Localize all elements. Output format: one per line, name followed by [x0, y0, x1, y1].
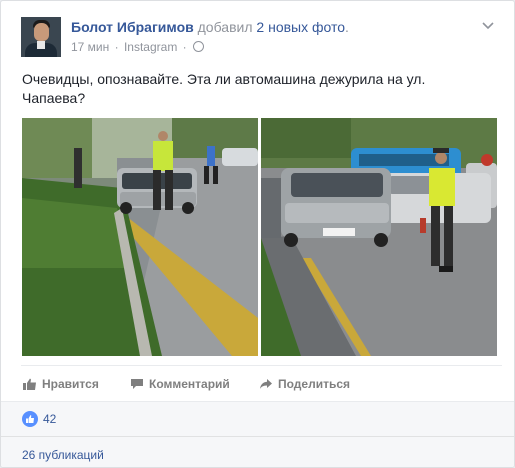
shares-bar: 26 публикаций [1, 436, 514, 467]
post-title-line: Болот Ибрагимов добавил 2 новых фото. [71, 19, 349, 35]
chevron-down-icon[interactable] [482, 17, 494, 33]
likes-count[interactable]: 42 [43, 412, 56, 426]
post-actions: Нравится Комментарий Поделиться [21, 365, 502, 400]
timestamp[interactable]: 17 мин [71, 40, 109, 54]
like-button[interactable]: Нравится [23, 377, 99, 391]
post-photo-2[interactable] [261, 118, 497, 356]
post-header: Болот Ибрагимов добавил 2 новых фото. 17… [21, 17, 502, 57]
action-prefix: добавил [197, 19, 253, 35]
action-suffix: . [345, 19, 349, 35]
comment-button[interactable]: Комментарий [130, 377, 230, 391]
like-reaction-icon[interactable] [22, 411, 38, 427]
avatar[interactable] [21, 17, 61, 57]
shares-count[interactable]: 26 публикаций [22, 448, 104, 462]
globe-icon[interactable] [193, 41, 204, 52]
share-arrow-icon [260, 379, 272, 389]
comment-icon [131, 379, 143, 389]
share-label: Поделиться [278, 377, 351, 391]
new-photos-link[interactable]: 2 новых фото [256, 19, 345, 35]
post-meta: 17 мин · Instagram · [71, 40, 204, 54]
thumbs-up-icon [23, 378, 36, 390]
author-name[interactable]: Болот Ибрагимов [71, 19, 194, 35]
share-button[interactable]: Поделиться [259, 377, 350, 391]
post-text: Очевидцы, опознавайте. Эта ли автомашина… [22, 71, 426, 106]
reactions-bar: 42 [1, 401, 514, 436]
post-photo-1[interactable] [22, 118, 258, 356]
comment-label: Комментарий [149, 377, 230, 391]
via-app[interactable]: Instagram [124, 40, 177, 54]
like-label: Нравится [42, 377, 99, 391]
post-card: Болот Ибрагимов добавил 2 новых фото. 17… [0, 0, 515, 468]
